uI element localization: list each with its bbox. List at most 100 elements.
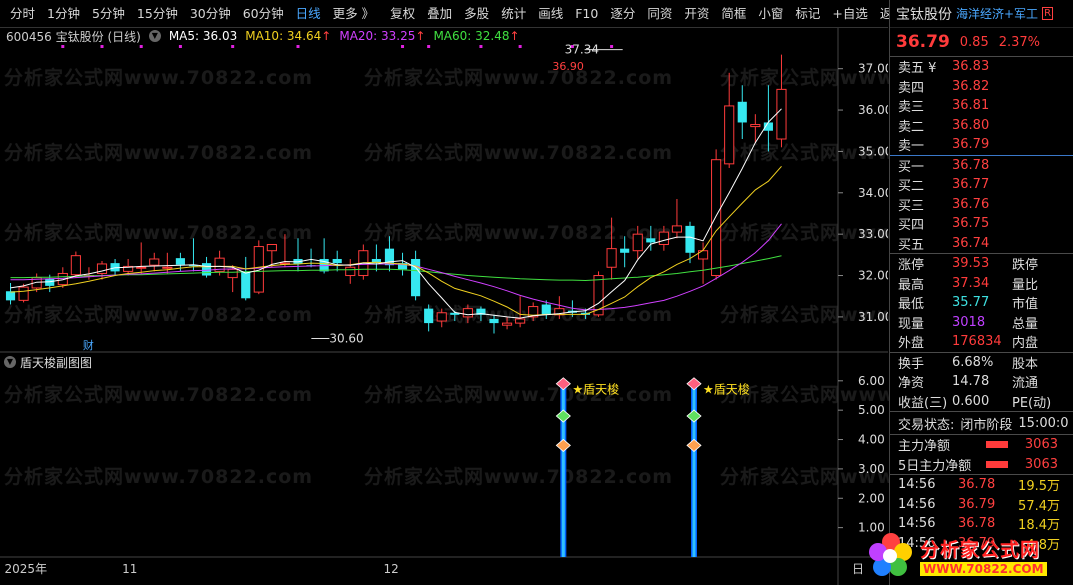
marker-dot xyxy=(427,45,431,48)
candle-body-down xyxy=(620,248,630,253)
stat-label: 流通 xyxy=(1012,376,1039,392)
tool-button-window[interactable]: 小窗 xyxy=(752,0,789,28)
stat-row[interactable]: 外盘 176834 内盘 xyxy=(890,332,1073,352)
x-tick-label: 11 xyxy=(122,562,137,576)
candle-body-up xyxy=(70,255,81,276)
fund-flow-row: 5日主力净额 3063 xyxy=(890,455,1073,475)
bid-row[interactable]: 买三 36.76 xyxy=(890,195,1073,215)
tool-button-simple[interactable]: 简框 xyxy=(715,0,752,28)
y-tick-label: 31.00 xyxy=(858,310,888,324)
marker-dot xyxy=(139,45,143,48)
watermark-text: 分析家公式网www.70822.com xyxy=(364,384,674,406)
fund-flow-bar xyxy=(986,460,1008,468)
period-tab-4[interactable]: 30分钟 xyxy=(184,0,237,28)
bid-book: 买一 36.78 买二 36.77 买三 36.76 买四 36.75 买五 36.74 xyxy=(890,156,1073,254)
site-logo: 分析家公式网 WWW.70822.COM xyxy=(866,527,1071,583)
stat-row[interactable]: 收益(三) 0.600 PE(动) xyxy=(890,392,1073,412)
watermark-text: 分析家公式网www.70822.com xyxy=(364,222,674,244)
candle-body-up xyxy=(162,266,173,269)
chevron-down-icon[interactable]: ▼ xyxy=(4,356,16,368)
period-tab-5[interactable]: 60分钟 xyxy=(237,0,290,28)
tool-button-same[interactable]: 同资 xyxy=(641,0,678,28)
period-tab-daily[interactable]: 日线 xyxy=(290,0,327,28)
signal-diamond xyxy=(686,377,702,391)
ask-level-label: 卖二 xyxy=(898,119,925,135)
bid-row[interactable]: 买五 36.74 xyxy=(890,234,1073,254)
y-tick-label: 33.00 xyxy=(858,227,888,241)
stat-label: 最低 xyxy=(898,297,925,313)
ask-row[interactable]: 卖五 ¥ 36.83 xyxy=(890,57,1073,77)
price-line: 36.79 0.85 2.37% xyxy=(890,28,1073,56)
candle-body-up xyxy=(266,244,277,252)
candle-body-down xyxy=(332,258,342,264)
period-tab-3[interactable]: 15分钟 xyxy=(131,0,184,28)
marker-dot xyxy=(401,45,405,48)
stat-label: 收益(三) xyxy=(898,395,948,411)
ask-row[interactable]: 卖三 36.81 xyxy=(890,96,1073,116)
signal-label: ★盾天梭 xyxy=(703,382,750,397)
stat-value: 0.600 xyxy=(952,393,990,409)
watermark-text: 分析家公式网www.70822.com xyxy=(364,142,674,164)
watermark-text: 分析家公式网www.70822.com xyxy=(4,222,314,244)
flower-logo-icon xyxy=(869,533,912,576)
stat-row[interactable]: 最低 35.77 市值 xyxy=(890,293,1073,313)
tool-button-mark[interactable]: 标记 xyxy=(789,0,826,28)
stat-row[interactable]: 净资 14.78 流通 xyxy=(890,372,1073,392)
stat-value: 14.78 xyxy=(952,374,990,390)
bid-price: 36.76 xyxy=(952,196,990,212)
sector-label[interactable]: 海洋经济+军工 xyxy=(956,5,1038,22)
tick-volume: 19.5万 xyxy=(1018,479,1060,495)
fund-flow-label: 5日主力净额 xyxy=(898,458,972,474)
marker-dot xyxy=(100,45,104,48)
period-tab-1[interactable]: 1分钟 xyxy=(41,0,86,28)
tick-volume: 57.4万 xyxy=(1018,498,1060,514)
ask-row[interactable]: 卖二 36.80 xyxy=(890,116,1073,136)
tool-button-tick[interactable]: 逐分 xyxy=(604,0,641,28)
ask-level-label: 卖一 xyxy=(898,139,925,155)
stat-label: 涨停 xyxy=(898,258,925,274)
period-tab-2[interactable]: 5分钟 xyxy=(86,0,131,28)
chevron-down-icon[interactable]: ▼ xyxy=(148,30,161,42)
period-tab-0[interactable]: 分时 xyxy=(4,0,41,28)
ask-row[interactable]: 卖四 36.82 xyxy=(890,77,1073,97)
ask-price: 36.83 xyxy=(952,59,990,75)
candle-body-down xyxy=(737,101,747,123)
ma5-line xyxy=(10,108,782,319)
candle-body-down xyxy=(411,258,421,297)
signal-diamond xyxy=(686,409,702,423)
logo-title: 分析家公式网 xyxy=(920,538,1041,561)
trade-state-value: 闭市阶段 xyxy=(960,417,1013,433)
tool-button-stats[interactable]: 统计 xyxy=(495,0,532,28)
candle-body-down xyxy=(685,225,695,253)
bid-row[interactable]: 买四 36.75 xyxy=(890,214,1073,234)
tick-row: 14:56 36.78 19.5万 xyxy=(890,475,1073,495)
ask-row[interactable]: 卖一 36.79 xyxy=(890,135,1073,155)
bid-row[interactable]: 买一 36.78 xyxy=(890,156,1073,176)
kline-chart[interactable]: 37.00 36.00 35.00 34.00 33.00 32.00 31.00 6.00 5… xyxy=(0,0,888,585)
tool-button-add-watch[interactable]: +自选 xyxy=(826,0,873,28)
candle-body-up xyxy=(606,248,617,268)
period-toolbar: 分时 1分钟 5分钟 15分钟 30分钟 60分钟 日线 更多 》 复权 叠加 … xyxy=(0,0,905,28)
marker-dot xyxy=(61,45,65,48)
bid-row[interactable]: 买二 36.77 xyxy=(890,175,1073,195)
tool-button-f10[interactable]: F10 xyxy=(569,0,604,28)
watermark-text: 分析家公式网www.70822.com xyxy=(4,466,314,488)
stat-label: 外盘 xyxy=(898,336,925,352)
stat-row[interactable]: 换手 6.68% 股本 xyxy=(890,353,1073,373)
fund-flow-value: 3063 xyxy=(1024,437,1058,453)
tool-button-open[interactable]: 开资 xyxy=(678,0,715,28)
quote-header: 宝钛股份 海洋经济+军工 R xyxy=(890,0,1073,28)
tool-button-draw[interactable]: 画线 xyxy=(532,0,569,28)
tool-button-overlay[interactable]: 叠加 xyxy=(421,0,458,28)
trade-state-label: 交易状态: xyxy=(898,417,955,433)
candle-body-up xyxy=(750,124,761,128)
candle-body-up xyxy=(632,233,643,252)
stat-row[interactable]: 最高 37.34 量比 xyxy=(890,274,1073,294)
tool-button-fuquan[interactable]: 复权 xyxy=(384,0,421,28)
period-tab-more[interactable]: 更多 》 xyxy=(327,0,380,28)
sub-panel-title: 盾天梭副图图 xyxy=(20,355,93,370)
stat-row[interactable]: 现量 3018 总量 xyxy=(890,313,1073,333)
tool-button-multi[interactable]: 多股 xyxy=(458,0,495,28)
stat-row[interactable]: 涨停 39.53 跌停 xyxy=(890,254,1073,274)
fund-flow: 主力净额 3063 5日主力净额 3063 xyxy=(890,435,1073,474)
